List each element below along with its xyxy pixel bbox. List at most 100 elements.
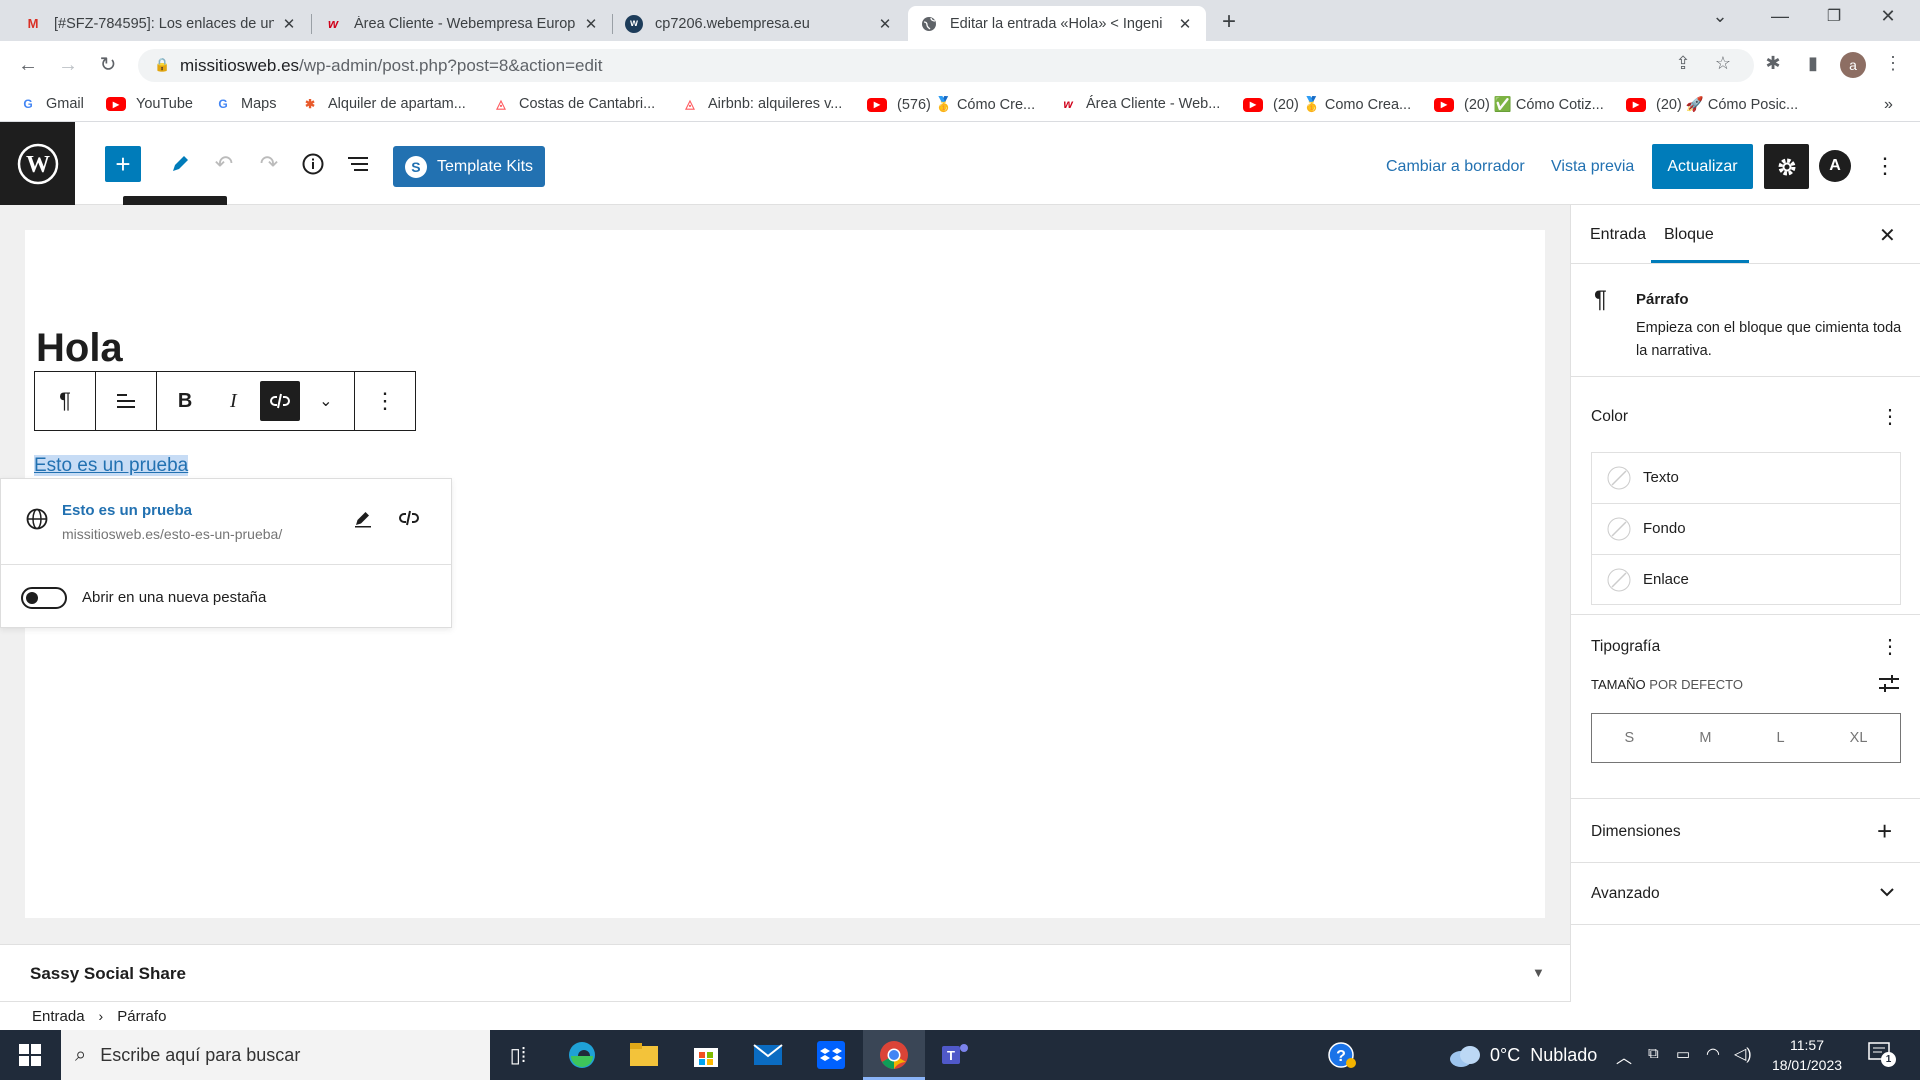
color-item-enlace[interactable]: Enlace: [1592, 555, 1900, 604]
back-icon[interactable]: ←: [14, 51, 42, 79]
new-tab-button[interactable]: +: [1222, 8, 1236, 36]
advanced-panel[interactable]: Avanzado: [1571, 863, 1920, 925]
astra-icon[interactable]: A: [1819, 150, 1851, 182]
mail-icon[interactable]: [752, 1039, 784, 1071]
unlink-button[interactable]: [397, 506, 425, 534]
bookmark-video-4[interactable]: ▶ (20) 🚀 Cómo Posic...: [1626, 96, 1798, 113]
file-explorer-icon[interactable]: [628, 1039, 660, 1071]
caret-down-icon[interactable]: ▼: [1532, 965, 1545, 980]
unlink-button[interactable]: [259, 381, 300, 421]
bookmark-gmail[interactable]: G Gmail: [20, 96, 84, 112]
weather-text[interactable]: 0°C Nublado: [1490, 1045, 1597, 1066]
notifications-icon[interactable]: 1: [1868, 1042, 1896, 1067]
windows-start-icon[interactable]: [14, 1039, 46, 1071]
chevron-up-icon[interactable]: ︿: [1616, 1044, 1632, 1068]
details-button[interactable]: [295, 146, 331, 182]
bookmark-alquiler[interactable]: ✱ Alquiler de apartam...: [302, 96, 466, 112]
close-icon[interactable]: ✕: [280, 15, 298, 33]
redo-icon[interactable]: ↷: [251, 146, 287, 182]
size-m[interactable]: M: [1699, 730, 1711, 746]
bookmarks-overflow-button[interactable]: »: [1884, 96, 1893, 114]
link-title[interactable]: Esto es un prueba: [62, 502, 192, 519]
dropbox-icon[interactable]: [815, 1039, 847, 1071]
bookmark-video-3[interactable]: ▶ (20) ✅ Cómo Cotiz...: [1434, 96, 1604, 113]
extensions-icon[interactable]: ✱: [1760, 53, 1786, 74]
chevron-down-icon[interactable]: [1877, 882, 1897, 907]
post-title[interactable]: Hola: [36, 326, 123, 371]
plus-icon[interactable]: +: [1877, 816, 1892, 847]
dimensions-panel[interactable]: Dimensiones +: [1571, 799, 1920, 863]
tab-entrada[interactable]: Entrada: [1590, 226, 1646, 244]
breadcrumb-entrada[interactable]: Entrada: [32, 1008, 85, 1025]
edit-link-button[interactable]: [351, 506, 379, 534]
switch-to-draft-button[interactable]: Cambiar a borrador: [1386, 158, 1525, 176]
reload-icon[interactable]: ↻: [94, 51, 122, 79]
color-options-icon[interactable]: ⋮: [1880, 404, 1900, 429]
battery-icon[interactable]: ▭: [1676, 1045, 1690, 1063]
bookmark-star-icon[interactable]: ☆: [1710, 53, 1736, 74]
bold-icon[interactable]: B: [163, 379, 207, 423]
color-item-fondo[interactable]: Fondo: [1592, 504, 1900, 555]
typography-options-icon[interactable]: ⋮: [1880, 634, 1900, 659]
edge-icon[interactable]: [566, 1039, 598, 1071]
update-button[interactable]: Actualizar: [1652, 144, 1753, 189]
size-xl[interactable]: XL: [1850, 730, 1868, 746]
new-tab-toggle[interactable]: [21, 587, 67, 609]
more-options-icon[interactable]: ⋮: [1870, 150, 1900, 182]
bookmark-video-2[interactable]: ▶ (20) 🥇 Como Crea...: [1243, 96, 1411, 113]
wifi-icon[interactable]: ◠: [1706, 1044, 1720, 1064]
minimize-icon[interactable]: —: [1760, 6, 1800, 27]
close-icon[interactable]: ✕: [876, 15, 894, 33]
sassy-social-share-metabox[interactable]: Sassy Social Share ▼: [0, 944, 1570, 1002]
tab-bloque[interactable]: Bloque: [1664, 226, 1714, 244]
bookmark-area-cliente[interactable]: w Área Cliente - Web...: [1060, 96, 1220, 112]
volume-icon[interactable]: ◁): [1734, 1044, 1752, 1064]
add-block-button[interactable]: +: [105, 146, 141, 182]
profile-avatar[interactable]: a: [1840, 52, 1866, 78]
custom-size-button[interactable]: [1877, 673, 1901, 700]
bookmark-costas[interactable]: ◬ Costas de Cantabri...: [493, 96, 655, 112]
size-s[interactable]: S: [1625, 730, 1635, 746]
browser-tab-cp7206[interactable]: w cp7206.webempresa.eu ✕: [613, 6, 906, 41]
wordpress-logo-button[interactable]: W: [0, 122, 75, 205]
paragraph-block[interactable]: Esto es un prueba: [34, 455, 189, 477]
browser-tab-editor[interactable]: Editar la entrada «Hola» < Ingeni ✕: [908, 6, 1206, 41]
tools-button[interactable]: [162, 146, 198, 182]
bookmark-video-1[interactable]: ▶ (576) 🥇 Cómo Cre...: [867, 96, 1035, 113]
browser-tab-webempresa[interactable]: w Área Cliente - Webempresa Europ ✕: [312, 6, 612, 41]
teams-icon[interactable]: T: [939, 1039, 971, 1071]
align-button[interactable]: [104, 379, 148, 423]
share-icon[interactable]: ⇪: [1670, 53, 1696, 74]
list-view-button[interactable]: [340, 146, 376, 182]
forward-icon[interactable]: →: [54, 51, 82, 79]
browser-tab-gmail[interactable]: M [#SFZ-784595]: Los enlaces de un ✕: [12, 6, 310, 41]
clock[interactable]: 11:57 18/01/2023: [1762, 1035, 1852, 1075]
color-item-texto[interactable]: Texto: [1592, 453, 1900, 504]
taskbar-search[interactable]: ⌕ Escribe aquí para buscar: [61, 1030, 490, 1080]
weather-cloud-icon[interactable]: [1448, 1042, 1482, 1068]
bookmark-maps[interactable]: G Maps: [215, 96, 276, 112]
chrome-menu-icon[interactable]: ⋮: [1880, 53, 1906, 74]
close-window-icon[interactable]: ✕: [1868, 6, 1908, 27]
system-tray-icon[interactable]: ⧉: [1648, 1045, 1659, 1062]
chrome-taskbar-button[interactable]: [863, 1030, 925, 1080]
close-icon[interactable]: ✕: [1176, 15, 1194, 33]
chevron-down-icon[interactable]: ⌄: [304, 379, 348, 423]
close-icon[interactable]: ✕: [582, 15, 600, 33]
block-options-icon[interactable]: ⋮: [363, 379, 407, 423]
paragraph-icon[interactable]: ¶: [43, 379, 87, 423]
bookmark-youtube[interactable]: ▶ YouTube: [106, 96, 193, 112]
side-panel-icon[interactable]: ▮: [1800, 53, 1826, 74]
restore-icon[interactable]: ❐: [1814, 6, 1854, 26]
bookmark-airbnb[interactable]: ◬ Airbnb: alquileres v...: [682, 96, 842, 112]
store-icon[interactable]: [690, 1039, 722, 1071]
undo-icon[interactable]: ↶: [206, 146, 242, 182]
size-l[interactable]: L: [1777, 730, 1785, 746]
settings-button[interactable]: [1764, 144, 1809, 189]
help-icon[interactable]: ?: [1326, 1039, 1358, 1071]
italic-icon[interactable]: I: [211, 379, 255, 423]
close-icon[interactable]: ✕: [1879, 223, 1896, 248]
template-kits-button[interactable]: S Template Kits: [393, 146, 545, 187]
tab-search-icon[interactable]: ⌄: [1700, 6, 1740, 27]
paragraph-link-text[interactable]: Esto es un prueba: [34, 455, 189, 476]
